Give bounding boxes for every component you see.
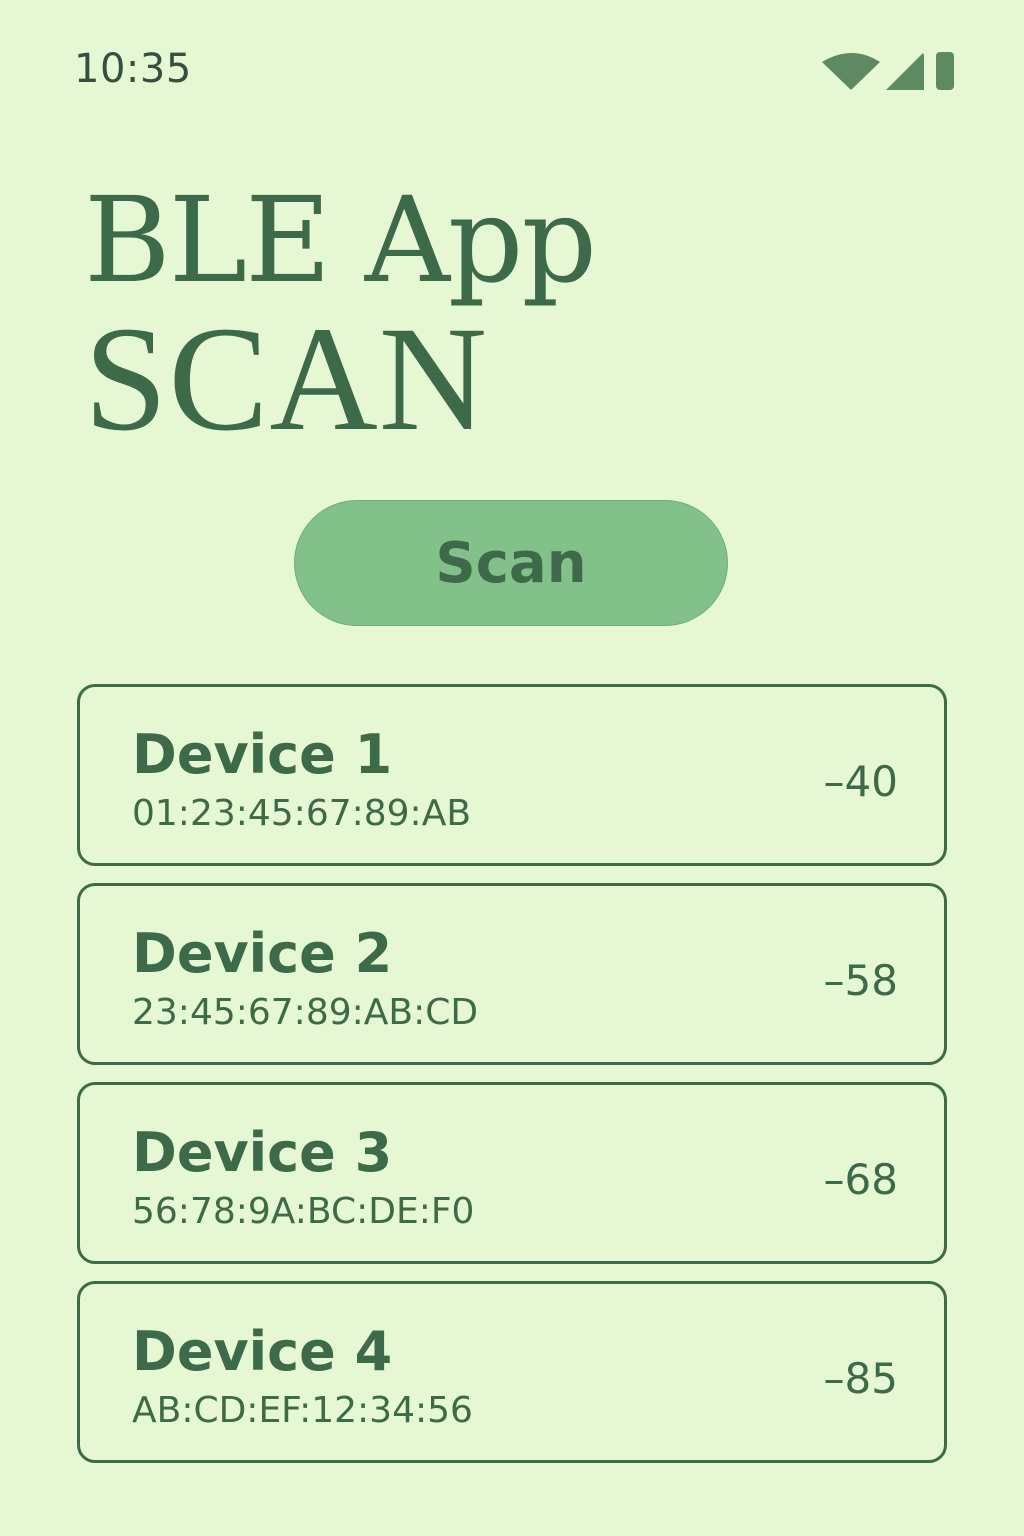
device-mac-address: AB:CD:EF:12:34:56 (132, 1390, 473, 1431)
page-title: BLE App SCAN (84, 170, 944, 454)
app-title: BLE App (84, 171, 597, 309)
device-rssi: –68 (823, 1155, 898, 1204)
device-rssi: –85 (823, 1354, 898, 1403)
device-list-item[interactable]: Device 4 AB:CD:EF:12:34:56 –85 (77, 1281, 947, 1463)
device-rssi: –40 (823, 757, 898, 806)
device-name: Device 1 (132, 723, 393, 786)
status-icons (820, 50, 960, 94)
device-name: Device 4 (132, 1320, 393, 1383)
screen-title: SCAN (84, 296, 489, 462)
status-bar: 10:35 (0, 0, 1024, 120)
device-mac-address: 23:45:67:89:AB:CD (132, 992, 479, 1033)
wifi-icon (822, 53, 880, 90)
battery-icon (936, 52, 954, 90)
device-list-item[interactable]: Device 2 23:45:67:89:AB:CD –58 (77, 883, 947, 1065)
device-mac-address: 01:23:45:67:89:AB (132, 793, 472, 834)
device-name: Device 3 (132, 1121, 393, 1184)
device-mac-address: 56:78:9A:BC:DE:F0 (132, 1191, 475, 1232)
status-time: 10:35 (74, 46, 192, 92)
device-rssi: –58 (823, 956, 898, 1005)
cellular-signal-icon (886, 53, 924, 90)
device-name: Device 2 (132, 922, 393, 985)
scan-button[interactable]: Scan (294, 500, 728, 626)
device-list-item[interactable]: Device 3 56:78:9A:BC:DE:F0 –68 (77, 1082, 947, 1264)
scan-button-label: Scan (435, 530, 587, 596)
device-list-item[interactable]: Device 1 01:23:45:67:89:AB –40 (77, 684, 947, 866)
device-list: Device 1 01:23:45:67:89:AB –40 Device 2 … (77, 684, 947, 1480)
